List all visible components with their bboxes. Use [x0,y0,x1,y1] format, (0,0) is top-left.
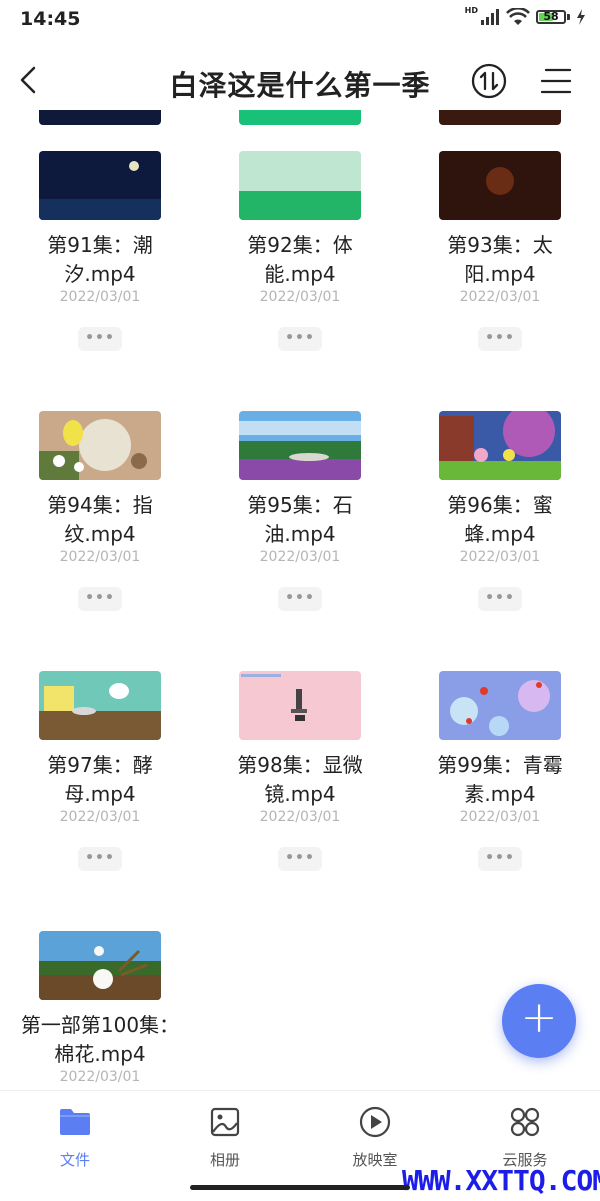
more-dots-icon: ••• [85,850,115,866]
nav-label-files: 文件 [59,1151,90,1169]
file-date: 2022/03/01 [459,549,541,565]
more-options-button[interactable]: ••• [478,327,522,351]
file-card[interactable]: 第93集：太阳.mp4 2022/03/01 ••• [400,151,600,411]
more-dots-icon: ••• [285,330,315,346]
more-dots-icon: ••• [285,590,315,606]
more-options-button[interactable]: ••• [278,327,322,351]
sort-button[interactable] [470,62,508,100]
file-date: 2022/03/01 [59,809,141,825]
add-button[interactable]: + [502,984,576,1058]
more-options-button[interactable]: ••• [478,847,522,871]
cloud-service-icon [510,1107,540,1137]
file-name[interactable]: 第96集：蜜蜂.mp4 [420,491,580,549]
file-name[interactable]: 第93集：太阳.mp4 [420,231,580,289]
more-options-button[interactable]: ••• [278,847,322,871]
video-thumbnail[interactable] [39,931,161,1000]
file-name[interactable]: 第97集：酵母.mp4 [20,751,180,809]
battery-tip [567,14,570,20]
add-icon: + [520,992,558,1043]
menu-button[interactable] [538,64,574,98]
file-date: 2022/03/01 [259,289,341,305]
nav-label-album: 相册 [209,1151,240,1169]
battery-level: 58 [543,10,559,23]
file-card[interactable]: 第99集：青霉素.mp4 2022/03/01 ••• [400,671,600,931]
video-thumbnail[interactable] [39,110,161,125]
more-dots-icon: ••• [85,330,115,346]
more-options-button[interactable]: ••• [78,327,122,351]
file-name[interactable]: 第一部第100集：棉花.mp4 [20,1011,180,1069]
play-icon [359,1106,391,1138]
video-thumbnail[interactable] [439,411,561,480]
signal-icon [481,9,499,25]
header: 白泽这是什么第一季 [0,50,600,110]
video-thumbnail[interactable] [239,411,361,480]
file-date: 2022/03/01 [59,549,141,565]
more-options-button[interactable]: ••• [478,587,522,611]
file-card[interactable]: 第94集：指纹.mp4 2022/03/01 ••• [0,411,200,671]
video-thumbnail[interactable] [239,110,361,125]
file-grid: 第91集：潮汐.mp4 2022/03/01 ••• 第92集：体能.mp4 2022/… [0,110,600,1090]
nav-item-album[interactable]: 相册 [150,1105,300,1175]
more-options-button[interactable]: ••• [278,587,322,611]
file-name[interactable]: 第91集：潮汐.mp4 [20,231,180,289]
file-date: 2022/03/01 [459,289,541,305]
file-card[interactable]: 第97集：酵母.mp4 2022/03/01 ••• [0,671,200,931]
video-thumbnail[interactable] [439,151,561,220]
file-date: 2022/03/01 [59,289,141,305]
page-title: 白泽这是什么第一季 [169,69,431,102]
file-name[interactable]: 第99集：青霉素.mp4 [420,751,580,809]
charging-icon [577,9,585,25]
video-thumbnail[interactable] [39,671,161,740]
file-card[interactable]: 第92集：体能.mp4 2022/03/01 ••• [200,151,400,411]
sort-icon [471,63,507,99]
more-options-button[interactable]: ••• [78,587,122,611]
wifi-icon [506,8,530,25]
video-thumbnail[interactable] [39,151,161,220]
file-date: 2022/03/01 [59,1069,141,1085]
home-indicator[interactable] [190,1185,410,1190]
video-thumbnail[interactable] [439,671,561,740]
file-name[interactable]: 第95集：石油.mp4 [220,491,380,549]
file-date: 2022/03/01 [259,549,341,565]
file-name[interactable]: 第92集：体能.mp4 [220,231,380,289]
watermark: WWW.XXTTQ.COM [402,1164,600,1197]
file-card[interactable]: 第96集：蜜蜂.mp4 2022/03/01 ••• [400,411,600,671]
video-thumbnail[interactable] [239,671,361,740]
folder-icon [60,1109,90,1135]
video-thumbnail[interactable] [239,151,361,220]
more-dots-icon: ••• [485,850,515,866]
file-name[interactable]: 第94集：指纹.mp4 [20,491,180,549]
menu-icon [540,68,572,94]
status-bar: 14:45 HD 58 [0,0,600,40]
photo-album-icon [210,1107,240,1137]
more-dots-icon: ••• [85,590,115,606]
file-card[interactable]: 第91集：潮汐.mp4 2022/03/01 ••• [0,151,200,411]
battery-icon: 58 [536,10,566,24]
status-icons: HD 58 [464,6,586,26]
more-dots-icon: ••• [285,850,315,866]
file-date: 2022/03/01 [259,809,341,825]
status-time: 14:45 [20,8,81,30]
file-card[interactable]: 第98集：显微镜.mp4 2022/03/01 ••• [200,671,400,931]
file-card[interactable]: 第95集：石油.mp4 2022/03/01 ••• [200,411,400,671]
nav-item-files[interactable]: 文件 [0,1105,150,1175]
file-card[interactable]: 第一部第100集：棉花.mp42022/03/01••• [0,931,200,1090]
more-dots-icon: ••• [485,590,515,606]
video-thumbnail[interactable] [439,110,561,125]
file-name[interactable]: 第98集：显微镜.mp4 [220,751,380,809]
video-thumbnail[interactable] [39,411,161,480]
hd-badge: HD [464,6,478,15]
more-options-button[interactable]: ••• [78,847,122,871]
more-dots-icon: ••• [485,330,515,346]
file-date: 2022/03/01 [459,809,541,825]
